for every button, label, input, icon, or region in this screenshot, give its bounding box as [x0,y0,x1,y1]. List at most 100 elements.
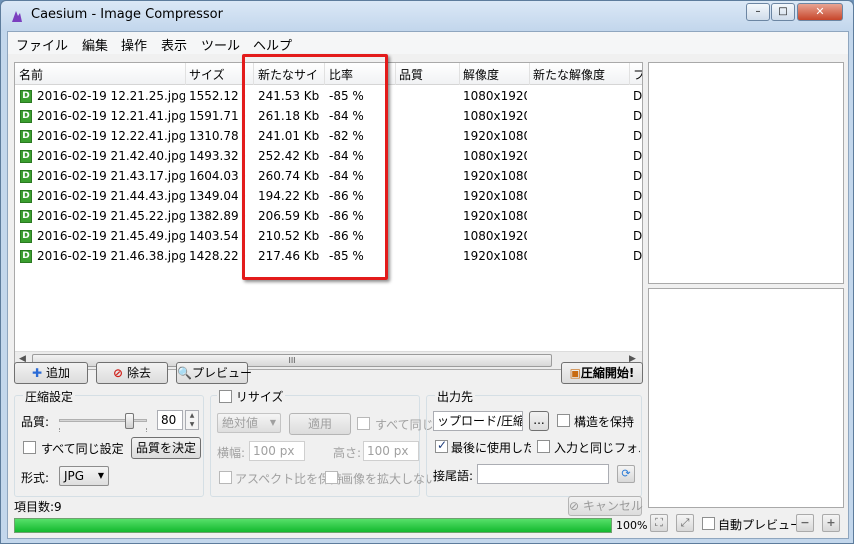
refresh-icon[interactable]: ⟳ [617,465,635,483]
minimize-button[interactable]: – [746,3,770,21]
keep-aspect-checkbox[interactable] [219,471,232,484]
compress-icon: ▣ [569,366,581,380]
output-path-input[interactable]: ップロード/圧縮済 [433,411,523,431]
image-file-icon: D [20,170,32,183]
quality-label: 品質: [21,415,50,429]
compress-button[interactable]: ▣圧縮開始! [561,362,643,384]
cell-last: D [633,109,643,123]
preview-original [648,62,844,284]
cell-name: 2016-02-19 21.45.49.jpg [37,229,185,243]
keep-structure-label: 構造を保持 [574,415,635,429]
caesium-logo-icon [12,11,22,22]
cell-res: 1080x1920 [463,109,527,123]
browse-button[interactable]: ... [529,411,549,431]
width-input[interactable]: 100 px [249,441,305,461]
resize-mode-select[interactable]: 絶対値 ▼ [217,413,281,433]
image-file-icon: D [20,130,32,143]
title-bar[interactable]: Caesium - Image Compressor – □ ✕ [1,1,853,31]
last-used-checkbox[interactable] [435,438,448,453]
progress-text: 100% [616,519,648,532]
col-folder[interactable]: フ [633,66,642,83]
cell-res: 1920x1080 [463,129,527,143]
resize-checkbox[interactable] [219,390,232,403]
chevron-down-icon: ▼ [269,418,276,427]
col-new-resolution[interactable]: 新たな解像度 [533,66,605,83]
fit-view-icon[interactable]: ⛶ [650,514,668,532]
output-title: 出力先 [435,388,476,405]
cell-last: D [633,89,643,103]
cell-last: D [633,229,643,243]
quality-slider[interactable] [59,413,147,429]
col-name[interactable]: 名前 [19,66,43,83]
app-window: Caesium - Image Compressor – □ ✕ ファイル 編集… [0,0,854,544]
no-entry-icon: ⊘ [113,366,124,380]
height-input[interactable]: 100 px [363,441,419,461]
remove-button[interactable]: ⊘ 除去 [96,362,168,384]
same-folder-label: 入力と同じフォル [554,441,640,455]
preview-button[interactable]: 🔍プレビュー [176,362,252,384]
suffix-label: 接尾語: [433,469,474,483]
cell-res: 1080x1920 [463,149,527,163]
cell-res: 1920x1080 [463,169,527,183]
menu-file[interactable]: ファイル [16,35,68,54]
maximize-button[interactable]: □ [771,3,795,21]
menu-view[interactable]: 表示 [161,35,187,54]
no-enlarge-checkbox[interactable] [325,471,338,484]
compression-settings-title: 圧縮設定 [23,388,76,405]
menu-edit[interactable]: 編集 [82,35,108,54]
highlight-frame [242,54,388,280]
cell-name: 2016-02-19 21.44.43.jpg [37,189,185,203]
set-quality-button[interactable]: 品質を決定 [131,437,201,459]
image-file-icon: D [20,110,32,123]
quality-spinner[interactable]: ▲ ▼ [185,410,199,430]
full-size-icon[interactable]: ⤢ [676,514,694,532]
apply-button[interactable]: 適用 [289,413,351,435]
close-button[interactable]: ✕ [797,3,843,21]
format-select[interactable]: JPG ▼ [59,466,109,486]
resize-title-wrap: リサイズ [217,388,286,405]
col-size[interactable]: サイズ [189,66,225,83]
col-resolution[interactable]: 解像度 [463,66,499,83]
cell-name: 2016-02-19 21.42.40.jpg [37,149,185,163]
menu-tools[interactable]: ツール [201,35,240,54]
col-quality[interactable]: 品質 [399,66,423,83]
cell-res: 1920x1080 [463,209,527,223]
auto-preview-checkbox[interactable] [702,517,715,530]
add-button[interactable]: ✚ 追加 [14,362,88,384]
item-count: 項目数:9 [14,500,62,514]
image-file-icon: D [20,90,32,103]
same-settings-checkbox[interactable] [23,441,36,454]
cell-last: D [633,169,643,183]
cell-name: 2016-02-19 12.22.41.jpg [37,129,185,143]
resize-same-checkbox[interactable] [357,417,370,430]
progress-bar [14,518,612,533]
quality-slider-thumb[interactable] [125,413,134,429]
cell-res: 1080x1920 [463,89,527,103]
menu-bar: ファイル 編集 操作 表示 ツール ヘルプ [8,32,848,54]
menu-action[interactable]: 操作 [121,35,147,54]
image-file-icon: D [20,150,32,163]
suffix-input[interactable] [477,464,609,484]
cell-name: 2016-02-19 12.21.25.jpg [37,89,185,103]
menu-help[interactable]: ヘルプ [253,35,292,54]
image-file-icon: D [20,190,32,203]
width-label: 横幅: [217,446,246,460]
resize-title: リサイズ [235,390,284,404]
cell-last: D [633,129,643,143]
cancel-button[interactable]: ⊘ キャンセル [568,496,643,516]
quality-input[interactable]: 80 [157,410,183,430]
zoom-in-icon[interactable]: + [822,514,840,532]
compression-settings-group: 圧縮設定 品質: 80 ▲ ▼ すべて同じ設定 品質を決定 形式: JPG ▼ [14,388,204,497]
cell-last: D [633,149,643,163]
zoom-out-icon[interactable]: − [796,514,814,532]
window-title: Caesium - Image Compressor [31,7,223,22]
resize-group: リサイズ 絶対値 ▼ 適用 すべて同じ 横幅: 100 px 高さ: 100 px… [210,388,437,497]
cell-last: D [633,189,643,203]
output-group: 出力先 ップロード/圧縮済 ... 構造を保持 最後に使用したフ 入力と同じフォ… [426,388,642,497]
same-folder-checkbox[interactable] [537,440,550,453]
image-file-icon: D [20,230,32,243]
auto-preview-label: 自動プレビュー [718,518,803,532]
plus-icon: ✚ [32,366,43,380]
same-settings-label: すべて同じ設定 [41,442,124,456]
keep-structure-checkbox[interactable] [557,414,570,427]
